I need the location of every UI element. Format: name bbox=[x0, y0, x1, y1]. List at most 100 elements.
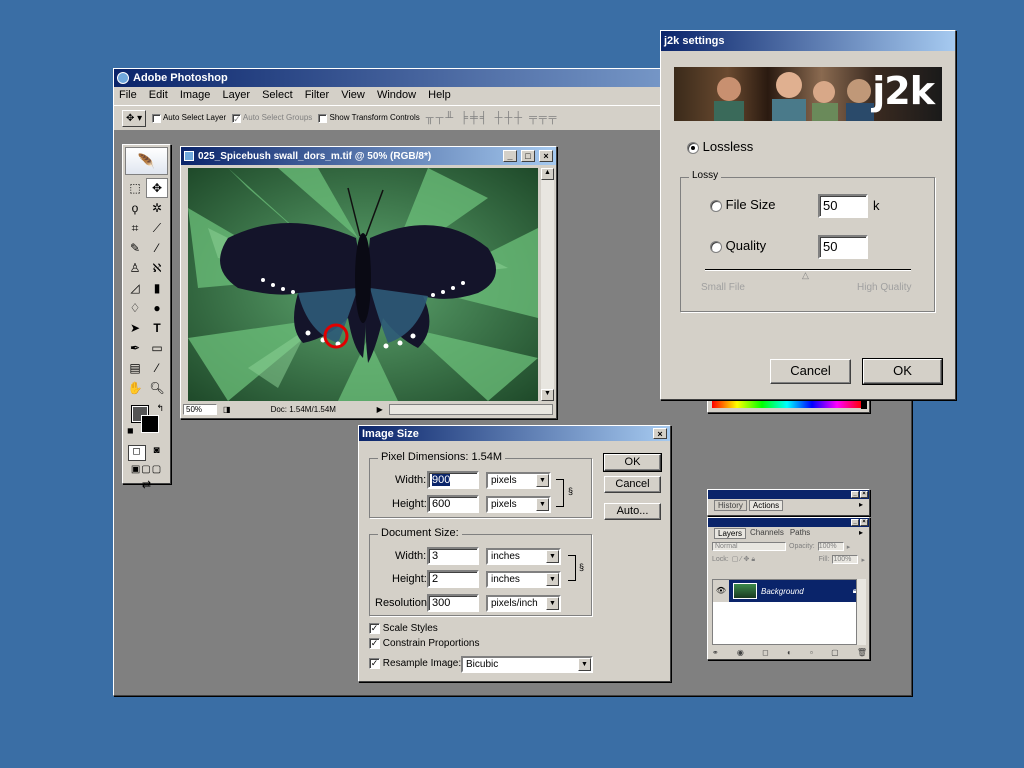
layers-scrollbar[interactable] bbox=[856, 579, 866, 645]
image-size-titlebar[interactable]: Image Size × bbox=[359, 426, 670, 441]
jump-to-imageready-icon[interactable]: ⇄ bbox=[123, 478, 170, 491]
show-transform-controls-checkbox[interactable]: Show Transform Controls bbox=[318, 113, 420, 123]
scroll-up-icon[interactable]: ▲ bbox=[541, 168, 554, 180]
image-size-ok-button[interactable]: OK bbox=[603, 453, 662, 472]
layers-close-icon[interactable]: × bbox=[860, 519, 868, 526]
default-colors-icon[interactable]: ◼ bbox=[127, 426, 134, 435]
resample-image-checkbox[interactable]: ✓ Resample Image: bbox=[369, 658, 461, 669]
healing-brush-tool-icon[interactable]: ✎ bbox=[124, 238, 146, 258]
menu-filter[interactable]: Filter bbox=[305, 89, 329, 101]
pen-tool-icon[interactable]: ✒ bbox=[124, 338, 146, 358]
screen-mode-icons[interactable]: ▣▢▢ bbox=[123, 464, 170, 475]
standard-mode-icon[interactable]: ◻ bbox=[127, 445, 146, 461]
chevron-down-icon[interactable]: ▼ bbox=[578, 658, 591, 671]
doc-width-unit-select[interactable]: inches ▼ bbox=[486, 548, 561, 565]
background-color[interactable] bbox=[141, 415, 159, 433]
pixel-height-input[interactable]: 600 bbox=[427, 495, 479, 513]
j2k-cancel-button[interactable]: Cancel bbox=[770, 359, 851, 384]
shape-tool-icon[interactable]: ▭ bbox=[146, 338, 168, 358]
chevron-down-icon[interactable]: ▼ bbox=[536, 498, 549, 511]
image-size-cancel-button[interactable]: Cancel bbox=[604, 476, 661, 493]
quick-mask-icon[interactable]: ◙ bbox=[148, 445, 166, 461]
path-selection-tool-icon[interactable]: ➤ bbox=[124, 318, 146, 338]
move-tool-preset-picker[interactable]: ✥ ▾ bbox=[122, 109, 147, 127]
minimize-icon[interactable]: _ bbox=[503, 150, 517, 162]
swap-colors-icon[interactable]: ↰ bbox=[156, 403, 164, 414]
menu-view[interactable]: View bbox=[341, 89, 365, 101]
tab-history[interactable]: History bbox=[714, 500, 747, 511]
opacity-field[interactable]: 100% bbox=[817, 542, 844, 551]
menu-help[interactable]: Help bbox=[428, 89, 451, 101]
layer-row-background[interactable]: 👁︎ Background 🔒︎ bbox=[713, 580, 861, 602]
crop-tool-icon[interactable]: ⌗ bbox=[124, 218, 146, 238]
constrain-proportions-checkbox[interactable]: ✓ Constrain Proportions bbox=[369, 638, 480, 649]
fill-arrow-icon[interactable]: ▸ bbox=[861, 556, 865, 564]
resolution-unit-select[interactable]: pixels/inch ▼ bbox=[486, 595, 561, 612]
file-size-input[interactable]: 50 bbox=[818, 194, 868, 218]
image-size-close-icon[interactable]: × bbox=[653, 428, 667, 439]
marquee-tool-icon[interactable]: ⬚ bbox=[124, 178, 146, 198]
slice-tool-icon[interactable]: ⟋ bbox=[146, 218, 168, 238]
auto-select-groups-checkbox[interactable]: ✓ Auto Select Groups bbox=[232, 113, 312, 123]
resolution-input[interactable]: 300 bbox=[427, 594, 479, 612]
layers-minimize-icon[interactable]: _ bbox=[851, 519, 859, 526]
doc-height-input[interactable]: 2 bbox=[427, 570, 479, 588]
notes-tool-icon[interactable]: ▤ bbox=[124, 358, 146, 378]
zoom-field[interactable]: 50% bbox=[183, 403, 217, 415]
align-icons[interactable]: ╥┬╨ ╞╪╡ ┼┼┼ ╤╤╤ bbox=[426, 112, 559, 124]
scale-styles-check-icon[interactable]: ✓ bbox=[369, 623, 380, 634]
blend-mode-select[interactable]: Normal bbox=[712, 542, 786, 551]
menu-select[interactable]: Select bbox=[262, 89, 293, 101]
type-tool-icon[interactable]: T bbox=[146, 318, 168, 338]
layers-bottom-icons[interactable]: ⚭ ◉ ◻ ◐ ▫ ▢ 🗑︎ bbox=[712, 648, 867, 657]
scale-styles-checkbox[interactable]: ✓ Scale Styles bbox=[369, 623, 438, 634]
menu-layer[interactable]: Layer bbox=[222, 89, 250, 101]
lasso-tool-icon[interactable]: ϙ bbox=[124, 198, 146, 218]
dodge-tool-icon[interactable]: ● bbox=[146, 298, 168, 318]
pixel-width-unit-select[interactable]: pixels ▼ bbox=[486, 472, 551, 489]
auto-select-layer-checkbox[interactable]: Auto Select Layer bbox=[152, 113, 226, 123]
file-size-radio-dot[interactable] bbox=[710, 199, 722, 212]
document-canvas[interactable] bbox=[188, 168, 538, 401]
move-tool-icon[interactable]: ✥ bbox=[146, 178, 168, 198]
eraser-tool-icon[interactable]: ◿ bbox=[124, 278, 146, 298]
zoom-tool-icon[interactable]: 🔍︎ bbox=[146, 378, 168, 398]
slider-thumb-icon[interactable]: △ bbox=[802, 270, 809, 281]
clone-stamp-tool-icon[interactable]: ♙ bbox=[124, 258, 146, 278]
quality-radio[interactable]: Quality bbox=[710, 238, 766, 253]
maximize-icon[interactable]: □ bbox=[521, 150, 535, 162]
file-size-radio[interactable]: File Size bbox=[710, 197, 775, 212]
close-icon[interactable]: × bbox=[539, 150, 553, 162]
doc-width-input[interactable]: 3 bbox=[427, 547, 479, 565]
tab-layers[interactable]: Layers bbox=[714, 528, 747, 539]
chevron-down-icon[interactable]: ▼ bbox=[546, 573, 559, 586]
menu-file[interactable]: File bbox=[119, 89, 137, 101]
menu-window[interactable]: Window bbox=[377, 89, 416, 101]
status-arrow-icon[interactable]: ▶ bbox=[377, 405, 383, 414]
palette-close-icon[interactable]: × bbox=[860, 491, 868, 498]
eyedropper-tool-icon[interactable]: ⁄ bbox=[146, 358, 168, 378]
palette-menu-icon[interactable]: ▸ bbox=[859, 500, 863, 511]
chevron-down-icon[interactable]: ▼ bbox=[546, 597, 559, 610]
chevron-down-icon[interactable]: ▼ bbox=[546, 550, 559, 563]
layer-visibility-eye-icon[interactable]: 👁︎ bbox=[713, 580, 729, 602]
j2k-titlebar[interactable]: j2k settings bbox=[661, 31, 955, 51]
scroll-down-icon[interactable]: ▼ bbox=[541, 389, 554, 401]
vertical-scrollbar[interactable]: ▲ ▼ bbox=[541, 168, 554, 401]
opacity-arrow-icon[interactable]: ▸ bbox=[847, 543, 851, 551]
tab-paths[interactable]: Paths bbox=[788, 528, 812, 539]
brush-tool-icon[interactable]: ⁄ bbox=[146, 238, 168, 258]
menu-edit[interactable]: Edit bbox=[149, 89, 168, 101]
quality-slider[interactable]: △ bbox=[705, 269, 911, 281]
tab-actions[interactable]: Actions bbox=[748, 500, 784, 511]
menu-image[interactable]: Image bbox=[180, 89, 211, 101]
blur-tool-icon[interactable]: ♢ bbox=[124, 298, 146, 318]
color-swatches[interactable]: ↰ ◼ bbox=[125, 403, 168, 441]
quality-radio-dot[interactable] bbox=[710, 240, 722, 253]
layers-menu-icon[interactable]: ▸ bbox=[859, 528, 863, 539]
horizontal-scrollbar[interactable] bbox=[388, 403, 553, 415]
lock-icons[interactable]: ▢⁄✥🔒︎ bbox=[732, 555, 757, 564]
fill-field[interactable]: 100% bbox=[832, 555, 859, 564]
j2k-ok-button[interactable]: OK bbox=[862, 358, 943, 385]
pixel-width-input[interactable]: 900 bbox=[427, 471, 479, 489]
